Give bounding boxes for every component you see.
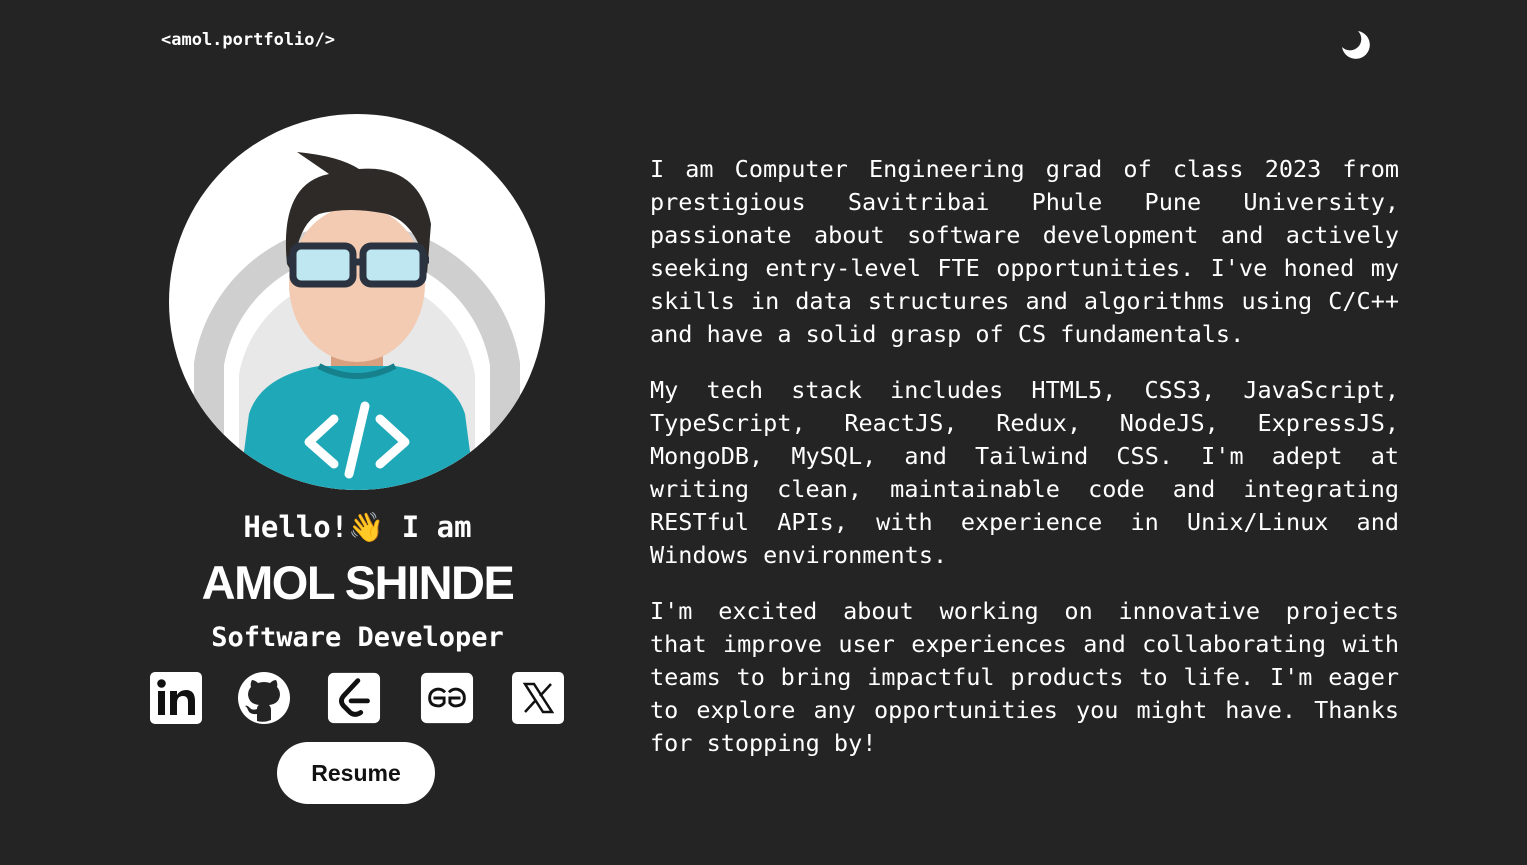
developer-avatar-illustration <box>194 152 520 490</box>
leetcode-icon[interactable] <box>327 671 381 725</box>
avatar <box>169 114 545 490</box>
moon-icon[interactable] <box>1336 26 1372 62</box>
resume-button[interactable]: Resume <box>277 742 435 804</box>
bio-paragraph-2: My tech stack includes HTML5, CSS3, Java… <box>650 376 1399 569</box>
profile-role: Software Developer <box>211 622 504 653</box>
greeting: Hello!👋 I am <box>243 510 472 544</box>
profile-name: AMOL SHINDE <box>201 556 515 609</box>
site-logo[interactable]: <amol.portfolio/> <box>161 30 335 50</box>
geeksforgeeks-icon[interactable] <box>420 671 474 725</box>
bio-paragraph-1: I am Computer Engineering grad of class … <box>650 155 1399 348</box>
x-twitter-icon[interactable] <box>511 671 565 725</box>
bio-paragraph-3: I'm excited about working on innovative … <box>650 597 1399 757</box>
linkedin-icon[interactable] <box>149 671 203 725</box>
github-icon[interactable] <box>237 671 291 725</box>
social-links <box>149 671 569 725</box>
bio-section: I am Computer Engineering grad of class … <box>650 153 1399 783</box>
